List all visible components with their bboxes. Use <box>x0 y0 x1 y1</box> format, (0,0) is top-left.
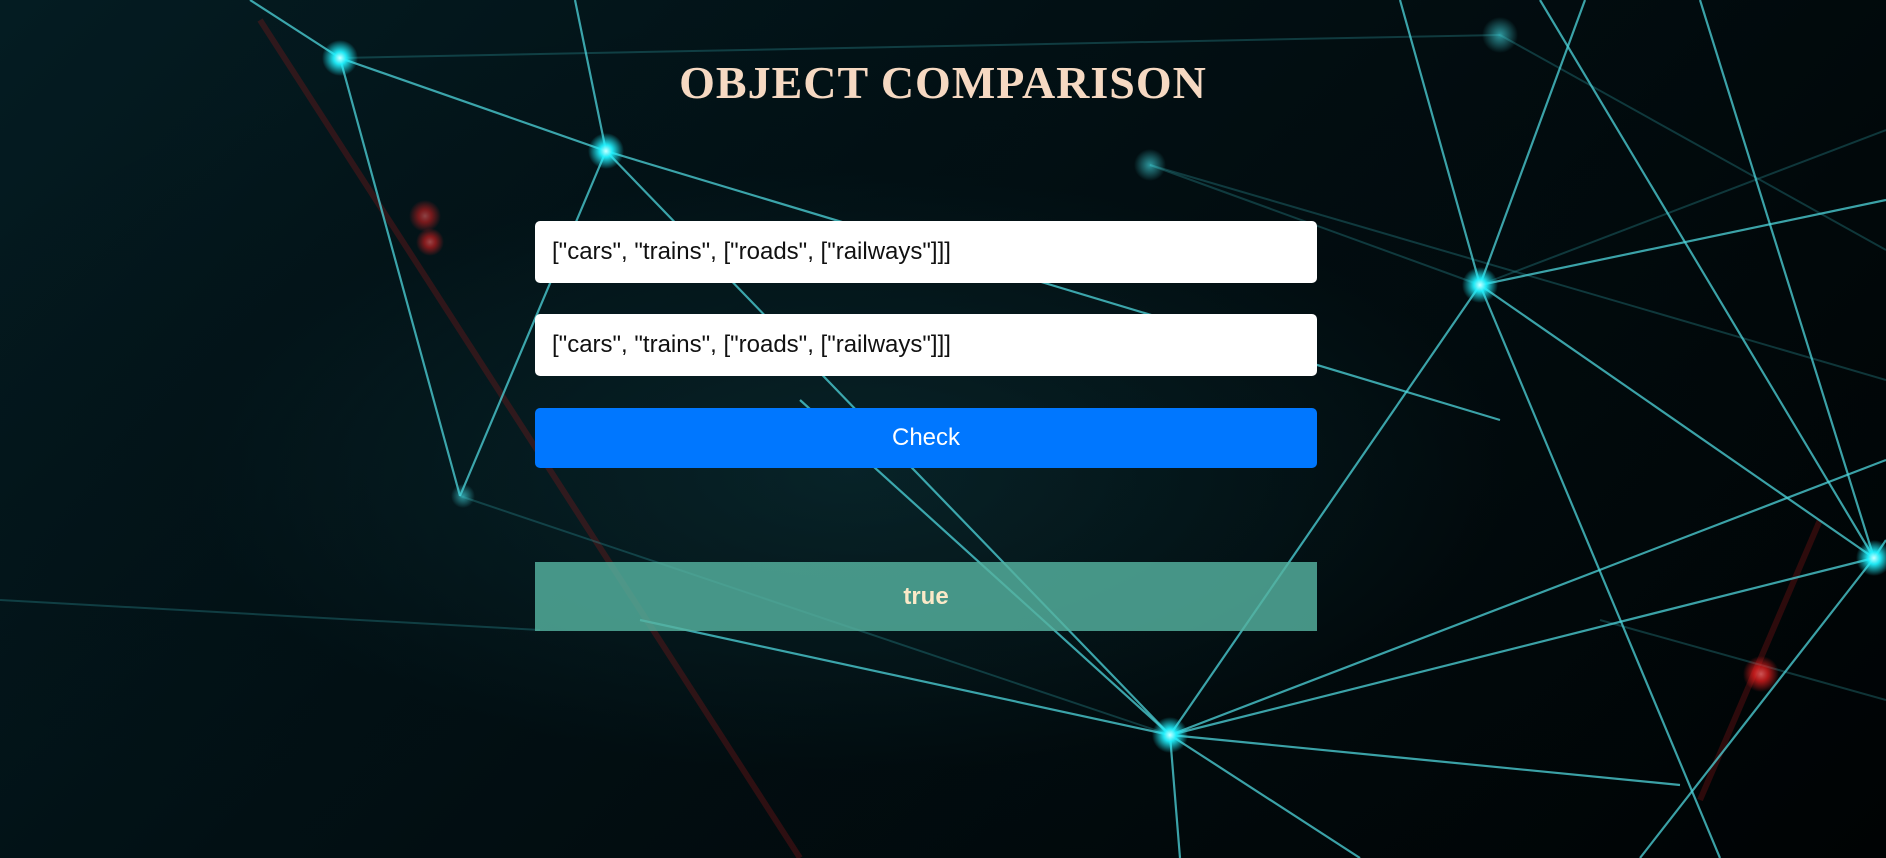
network-node <box>451 484 475 508</box>
network-node-red <box>1743 656 1779 692</box>
network-node-red <box>409 200 441 232</box>
first-object-input[interactable] <box>535 221 1317 283</box>
page-title: OBJECT COMPARISON <box>679 57 1207 108</box>
network-node <box>588 133 624 169</box>
network-node <box>1856 540 1886 576</box>
network-node <box>1152 717 1188 753</box>
network-node <box>1482 17 1518 53</box>
app-background: OBJECT COMPARISON Check true <box>0 0 1886 858</box>
result-value: true <box>903 582 949 610</box>
check-button[interactable]: Check <box>535 408 1317 468</box>
network-node-red <box>416 228 444 256</box>
second-object-input[interactable] <box>535 314 1317 376</box>
network-node <box>1134 149 1166 181</box>
result-panel: true <box>535 562 1317 631</box>
network-node <box>1462 267 1498 303</box>
